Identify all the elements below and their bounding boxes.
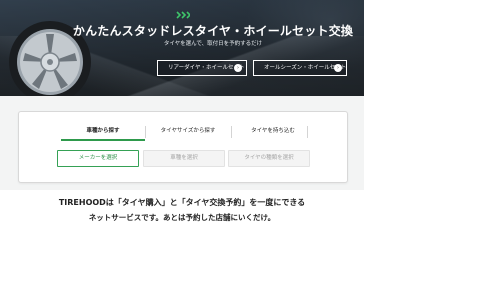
model-select: 車種を選択	[143, 150, 225, 167]
intro-text-line-1: TIREHOODは「タイヤ購入」と「タイヤ交換予約」を一度にできる	[58, 198, 306, 207]
tab-divider	[307, 126, 308, 138]
arrow-right-icon: ›	[234, 64, 242, 72]
intro-text-line-2: ネットサービスです。あとは予約した店舗にいくだけ。	[88, 213, 276, 222]
double-chevron-icon	[176, 11, 190, 19]
arrow-right-icon: ›	[334, 64, 342, 72]
rear-tire-wheel-set-button[interactable]: リアーダイヤ・ホイールセット ›	[157, 60, 247, 76]
hero-banner: かんたんスタッドレスタイヤ・ホイールセット交換 タイヤを選んで、取付日を予約する…	[0, 0, 364, 96]
tab-search-by-car[interactable]: 車種から探す	[61, 125, 145, 141]
hero-subtitle: タイヤを選んで、取付日を予約するだけ	[163, 41, 263, 47]
all-season-wheel-set-button[interactable]: オールシーズン・ホイールセット ›	[253, 60, 347, 76]
search-panel: 車種から探す タイヤサイズから探す タイヤを持ち込む メーカーを選択 車種を選択…	[18, 111, 348, 183]
tab-search-by-size[interactable]: タイヤサイズから探す	[145, 125, 231, 141]
hero-title: かんたんスタッドレスタイヤ・ホイールセット交換	[72, 24, 354, 38]
maker-select[interactable]: メーカーを選択	[57, 150, 139, 167]
tire-type-select: タイヤの種類を選択	[228, 150, 310, 167]
tab-bring-own-tires[interactable]: タイヤを持ち込む	[231, 125, 315, 141]
